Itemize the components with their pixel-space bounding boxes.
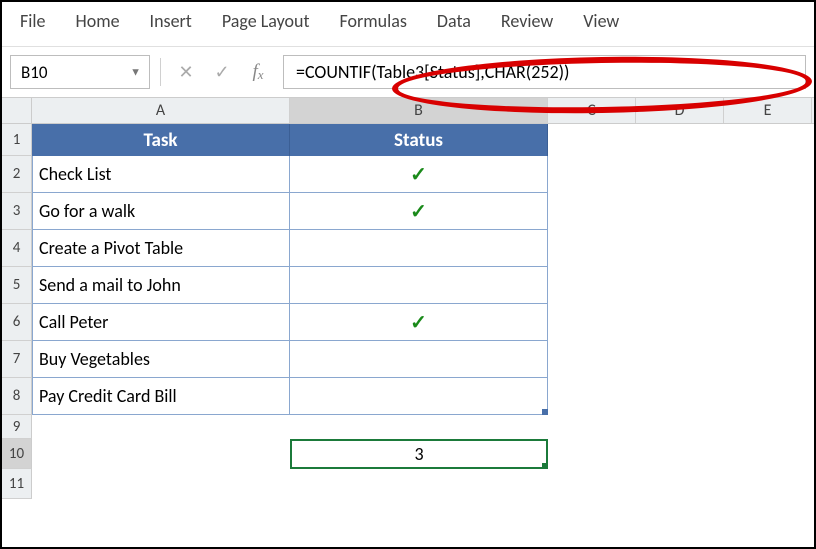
table-row: Create a Pivot Table xyxy=(32,230,814,267)
table-row: Buy Vegetables xyxy=(32,341,814,378)
cell-task[interactable]: Create a Pivot Table xyxy=(32,230,290,267)
row-header-9[interactable]: 9 xyxy=(2,415,32,439)
header-task[interactable]: Task xyxy=(32,124,290,156)
name-box-value: B10 xyxy=(21,62,47,83)
row-header-5[interactable]: 5 xyxy=(2,267,32,304)
row-blank-11[interactable] xyxy=(32,469,814,499)
fx-icon[interactable]: fx xyxy=(243,57,273,87)
cell-blank[interactable] xyxy=(290,415,548,439)
cell-status[interactable] xyxy=(290,341,548,378)
table-row: Pay Credit Card Bill xyxy=(32,378,814,415)
row-header-2[interactable]: 2 xyxy=(2,156,32,193)
col-header-E[interactable]: E xyxy=(724,98,812,123)
row-header-3[interactable]: 3 xyxy=(2,193,32,230)
col-header-D[interactable]: D xyxy=(636,98,724,123)
cell-status[interactable] xyxy=(290,230,548,267)
check-icon: ✓ xyxy=(410,162,427,187)
row-header-7[interactable]: 7 xyxy=(2,341,32,378)
table-row: Check List ✓ xyxy=(32,156,814,193)
cell-status[interactable]: ✓ xyxy=(290,304,548,341)
name-box[interactable]: B10 ▼ xyxy=(10,55,150,89)
col-header-C[interactable]: C xyxy=(548,98,636,123)
chevron-down-icon[interactable]: ▼ xyxy=(130,66,141,79)
cell-status[interactable] xyxy=(290,378,548,415)
ribbon-tabs: File Home Insert Page Layout Formulas Da… xyxy=(2,2,814,47)
row-header-10[interactable]: 10 xyxy=(2,439,32,469)
cell-task[interactable]: Call Peter xyxy=(32,304,290,341)
table-handle-icon[interactable] xyxy=(542,409,548,415)
row-header-8[interactable]: 8 xyxy=(2,378,32,415)
column-headers: A B C D E xyxy=(2,98,814,124)
cell-task[interactable]: Go for a walk xyxy=(32,193,290,230)
cells-area[interactable]: Task Status Check List ✓ Go for a walk ✓… xyxy=(32,124,814,499)
tab-formulas[interactable]: Formulas xyxy=(340,10,407,32)
cell-task[interactable]: Send a mail to John xyxy=(32,267,290,304)
tab-insert[interactable]: Insert xyxy=(150,10,192,32)
row-header-6[interactable]: 6 xyxy=(2,304,32,341)
header-status[interactable]: Status xyxy=(290,124,548,156)
tab-review[interactable]: Review xyxy=(501,10,553,32)
cell-status[interactable] xyxy=(290,267,548,304)
cell-status[interactable]: ✓ xyxy=(290,156,548,193)
cell-blank[interactable] xyxy=(32,415,290,439)
table-row: Call Peter ✓ xyxy=(32,304,814,341)
active-cell[interactable]: 3 xyxy=(290,439,548,469)
table-row: Go for a walk ✓ xyxy=(32,193,814,230)
tab-data[interactable]: Data xyxy=(437,10,471,32)
row-headers: 1 2 3 4 5 6 7 8 9 10 11 xyxy=(2,124,32,499)
row-result: 3 xyxy=(32,439,814,469)
enter-icon[interactable]: ✓ xyxy=(207,57,237,87)
cell-task[interactable]: Buy Vegetables xyxy=(32,341,290,378)
check-icon: ✓ xyxy=(410,199,427,224)
col-header-B[interactable]: B xyxy=(290,98,548,123)
select-all-corner[interactable] xyxy=(2,98,32,123)
divider xyxy=(160,58,161,86)
formula-input[interactable]: =COUNTIF(Table3[Status],CHAR(252)) xyxy=(283,55,806,89)
formula-text: =COUNTIF(Table3[Status],CHAR(252)) xyxy=(296,61,570,83)
row-blank xyxy=(32,415,814,439)
result-value: 3 xyxy=(414,443,423,465)
cell-status[interactable]: ✓ xyxy=(290,193,548,230)
tab-view[interactable]: View xyxy=(583,10,619,32)
formula-bar-row: B10 ▼ ✕ ✓ fx =COUNTIF(Table3[Status],CHA… xyxy=(2,47,814,98)
col-header-A[interactable]: A xyxy=(32,98,290,123)
cell-empty[interactable] xyxy=(32,439,290,469)
cell-task[interactable]: Pay Credit Card Bill xyxy=(32,378,290,415)
table-header: Task Status xyxy=(32,124,814,156)
check-icon: ✓ xyxy=(410,310,427,335)
row-header-1[interactable]: 1 xyxy=(2,124,32,156)
tab-file[interactable]: File xyxy=(20,10,46,32)
cancel-icon[interactable]: ✕ xyxy=(171,57,201,87)
cell-task[interactable]: Check List xyxy=(32,156,290,193)
tab-page-layout[interactable]: Page Layout xyxy=(222,10,310,32)
row-header-11[interactable]: 11 xyxy=(2,469,32,499)
table-row: Send a mail to John xyxy=(32,267,814,304)
fill-handle-icon[interactable] xyxy=(542,463,548,469)
tab-home[interactable]: Home xyxy=(76,10,120,32)
row-header-4[interactable]: 4 xyxy=(2,230,32,267)
grid: A B C D E 1 2 3 4 5 6 7 8 9 10 11 Task S… xyxy=(2,98,814,499)
